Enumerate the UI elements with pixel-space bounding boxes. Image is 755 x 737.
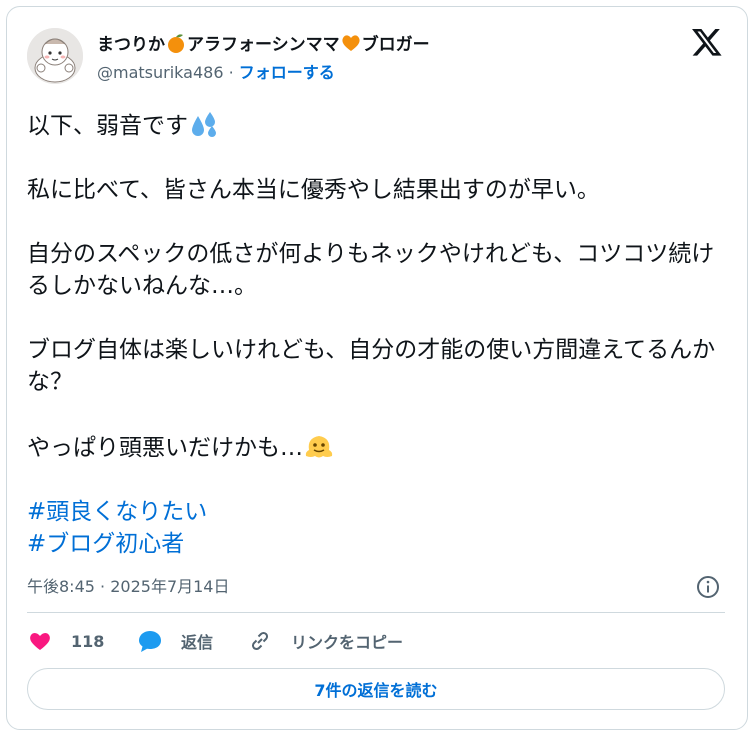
- avatar[interactable]: [27, 28, 83, 84]
- divider: [27, 612, 725, 613]
- tweet-text: 以下、弱音です 私に比べて、皆さん本当に優秀やし結果出すのが早い。 自分のスペッ…: [27, 108, 717, 560]
- melting-face-icon: [303, 430, 335, 462]
- tweet-date: 2025年7月14日: [110, 577, 230, 596]
- orange-heart-icon: [340, 32, 362, 54]
- link-icon: [251, 631, 269, 651]
- separator: ·: [100, 577, 106, 596]
- handle-row: @matsurika486 · フォローする: [97, 62, 335, 84]
- tweet-line1: 以下、弱音です: [27, 113, 188, 139]
- author-name-part3: ブロガー: [361, 35, 430, 55]
- read-replies-button[interactable]: 7件の返信を読む: [27, 668, 725, 710]
- read-replies-label: 7件の返信を読む: [314, 681, 438, 700]
- tweet-line5: やっぱり頭悪いだけかも…: [27, 435, 303, 461]
- follow-button[interactable]: フォローする: [239, 63, 335, 82]
- tweet-line4: ブログ自体は楽しいけれども、自分の才能の使い方間違えてるんかな？: [27, 337, 716, 395]
- hashtag-link[interactable]: #頭良くなりたい: [27, 496, 717, 528]
- reply-button[interactable]: 返信: [137, 626, 213, 656]
- action-bar: 118 返信 リンクをコピー: [27, 626, 727, 656]
- author-name[interactable]: まつりか アラフォーシンママ ブロガー: [97, 32, 430, 56]
- hashtag-link[interactable]: #ブログ初心者: [27, 528, 717, 560]
- author-handle[interactable]: @matsurika486: [97, 63, 224, 82]
- reply-bubble-icon: [139, 631, 161, 652]
- author-name-part2: アラフォーシンママ: [187, 35, 340, 55]
- reply-label: 返信: [181, 633, 214, 652]
- like-count: 118: [71, 631, 105, 651]
- tweet-timestamp[interactable]: 午後8:45 · 2025年7月14日: [27, 576, 229, 598]
- author-name-part1: まつりか: [97, 35, 165, 55]
- sweat-droplets-icon: [188, 108, 220, 140]
- tangerine-icon: [165, 32, 187, 54]
- copy-link-button[interactable]: リンクをコピー: [247, 626, 403, 656]
- separator: ·: [228, 63, 234, 82]
- tweet-line3: 自分のスペックの低さが何よりもネックやけれども、コツコツ続けるしかないねんな…。: [27, 241, 715, 299]
- heart-icon: [30, 633, 50, 650]
- copy-link-label: リンクをコピー: [291, 633, 404, 652]
- info-icon[interactable]: [695, 574, 721, 600]
- tweet-time: 午後8:45: [27, 577, 95, 596]
- like-button[interactable]: 118: [27, 626, 104, 656]
- x-logo-icon[interactable]: [690, 26, 724, 58]
- tweet-line2: 私に比べて、皆さん本当に優秀やし結果出すのが早い。: [27, 177, 600, 203]
